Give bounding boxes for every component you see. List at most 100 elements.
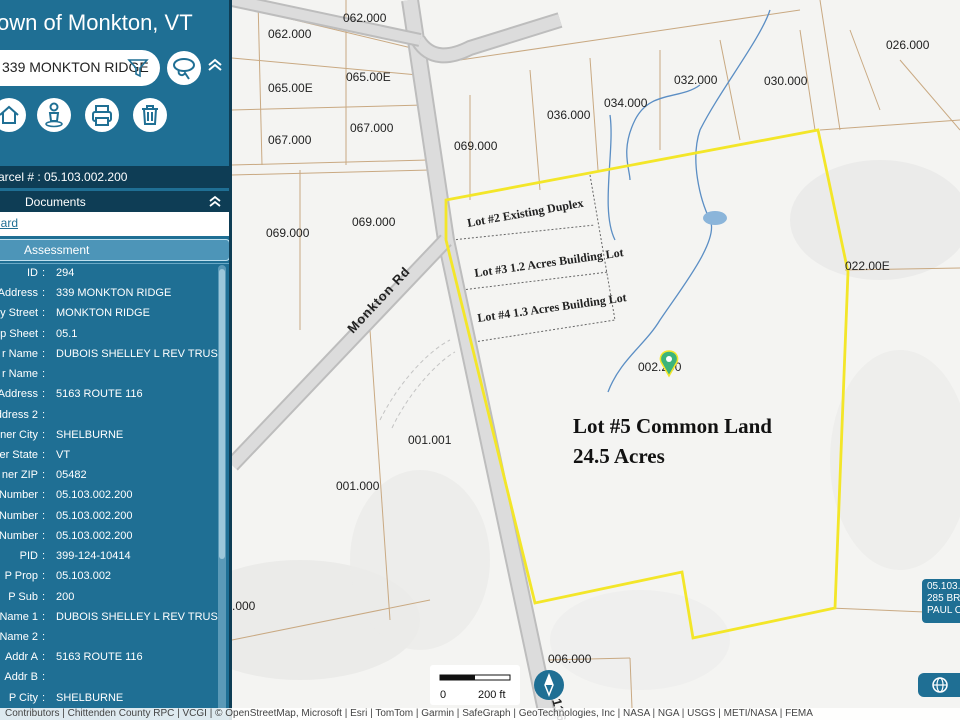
globe-icon <box>932 677 948 693</box>
parcel-label: 065.00E <box>346 70 391 84</box>
field-label: PID <box>19 550 38 562</box>
field-label: Address <box>0 388 38 400</box>
parcel-label: 006.000 <box>548 652 592 666</box>
field-value: 05.103.002.200 <box>56 530 133 542</box>
field-label: Addr A <box>4 651 38 663</box>
table-row: P City: SHELBURNE <box>8 692 124 704</box>
field-value: 399-124-10414 <box>56 550 131 562</box>
field-label: ner ZIP <box>1 469 38 481</box>
table-row: ner City: SHELBURNE <box>0 429 124 441</box>
field-label: P Sub <box>8 591 38 603</box>
table-row: P Prop:05.103.002 <box>4 570 112 582</box>
parcel-label: 030.000 <box>764 74 808 88</box>
parcel-label: 032.000 <box>674 73 718 87</box>
table-row: p Sheet:05.1 <box>0 328 78 340</box>
field-value: SHELBURNE <box>56 692 124 704</box>
popup-line-2: 285 BR <box>927 593 960 604</box>
field-value: DUBOIS SHELLEY L REV TRUST <box>56 348 225 360</box>
documents-label: Documents <box>25 195 86 209</box>
home-icon <box>0 105 19 124</box>
popup-line-1: 05.103. <box>927 581 960 592</box>
basemap-button[interactable] <box>918 673 960 697</box>
app-root: 062.000 062.000 065.00E 065.00E 067.000 … <box>0 0 960 720</box>
field-value: VT <box>56 449 71 461</box>
delete-button[interactable] <box>133 98 167 132</box>
trash-icon <box>142 105 158 125</box>
card-link[interactable]: Card <box>0 212 232 236</box>
parcel-label: 067.000 <box>350 121 394 135</box>
side-panel: Town of Monkton, VT 339 MONKTON RIDGE Pa… <box>0 0 232 720</box>
compass-button[interactable] <box>534 670 564 700</box>
assessment-scrollbar[interactable] <box>218 265 226 715</box>
parcel-label: 065.00E <box>268 81 313 95</box>
field-label: Number <box>0 530 38 542</box>
common-land-label: Lot #5 Common Land <box>573 414 772 438</box>
parcel-number-bar: Parcel # : 05.103.002.200 <box>0 166 232 188</box>
app-title: Town of Monkton, VT <box>0 10 193 35</box>
scale-zero-label: 0 <box>440 689 447 701</box>
field-label: r Name <box>1 368 38 380</box>
table-row: Number:05.103.002.200 <box>0 530 133 542</box>
field-label: P Prop <box>4 570 38 582</box>
documents-header[interactable]: Documents <box>0 191 232 212</box>
field-label: r Name <box>1 348 38 360</box>
parcel-label: 069.000 <box>352 215 396 229</box>
table-row: PID:399-124-10414 <box>19 550 131 562</box>
parcel-label: 067.000 <box>268 133 312 147</box>
table-row: ID:294 <box>27 267 75 279</box>
search-input[interactable]: 339 MONKTON RIDGE <box>0 50 160 86</box>
parcel-label: 062.000 <box>343 11 387 25</box>
filter-icon[interactable] <box>126 56 150 80</box>
field-label: ID <box>27 267 38 279</box>
home-button[interactable] <box>0 98 26 132</box>
field-value: DUBOIS SHELLEY L REV TRUST <box>56 611 225 623</box>
map-attribution: Contributors | Chittenden County RPC | V… <box>0 708 960 720</box>
neighbor-parcel-popup[interactable]: 05.103. 285 BR PAUL C <box>922 579 960 623</box>
field-label: ner City <box>0 429 38 441</box>
pond <box>703 211 727 225</box>
parcel-number-label: Parcel # : 05.103.002.200 <box>0 170 128 184</box>
field-label: Name 2 <box>0 631 38 643</box>
field-label: P City <box>8 692 38 704</box>
field-value: 294 <box>56 267 75 279</box>
card-link-label[interactable]: Card <box>0 216 18 230</box>
parcel-label: 036.000 <box>547 108 591 122</box>
field-label: y Street <box>0 307 38 319</box>
table-row: er State: VT <box>0 449 71 461</box>
field-value: MONKTON RIDGE <box>56 307 150 319</box>
street-view-button[interactable] <box>37 98 71 132</box>
field-label: Name 1 <box>0 611 38 623</box>
field-value: 05.103.002.200 <box>56 510 133 522</box>
assessment-tab[interactable]: Assessment <box>0 239 230 261</box>
table-row: Number:05.103.002.200 <box>0 489 133 501</box>
scale-bar-graphic <box>439 674 511 681</box>
field-value: 5163 ROUTE 116 <box>56 388 143 400</box>
lasso-select-button[interactable] <box>167 51 201 85</box>
scale-distance-label: 200 ft <box>478 689 506 701</box>
table-row: P Sub:200 <box>8 591 75 603</box>
collapse-panel-icon[interactable] <box>206 58 224 72</box>
table-row: Name 1: DUBOIS SHELLEY L REV TRUST <box>0 611 225 623</box>
field-value: SHELBURNE <box>56 429 124 441</box>
table-row: Addr A:5163 ROUTE 116 <box>4 651 143 663</box>
field-label: p Sheet <box>0 328 38 340</box>
parcel-label: 069.000 <box>266 226 310 240</box>
print-button[interactable] <box>85 98 119 132</box>
field-label: Number <box>0 489 38 501</box>
scrollbar-thumb[interactable] <box>219 269 225 559</box>
panel-divider <box>229 0 232 720</box>
table-row: r Name: <box>1 368 46 380</box>
table-row: y Street: MONKTON RIDGE <box>0 307 150 319</box>
table-row: Address:5163 ROUTE 116 <box>0 385 216 405</box>
assessment-table: ID:294 Address:339 MONKTON RIDGE y Stree… <box>0 263 232 720</box>
field-value: 5163 ROUTE 116 <box>56 651 143 663</box>
parcel-label: 069.000 <box>454 139 498 153</box>
parcel-label: 062.000 <box>268 27 312 41</box>
popup-line-3: PAUL C <box>927 605 960 616</box>
table-row: Addr B: <box>4 671 46 683</box>
field-value: 05.103.002.200 <box>56 489 133 501</box>
parcel-label: .000 <box>232 599 256 613</box>
field-label: Address <box>0 287 38 299</box>
lasso-icon <box>173 58 195 80</box>
chevron-up-icon[interactable] <box>208 195 222 207</box>
